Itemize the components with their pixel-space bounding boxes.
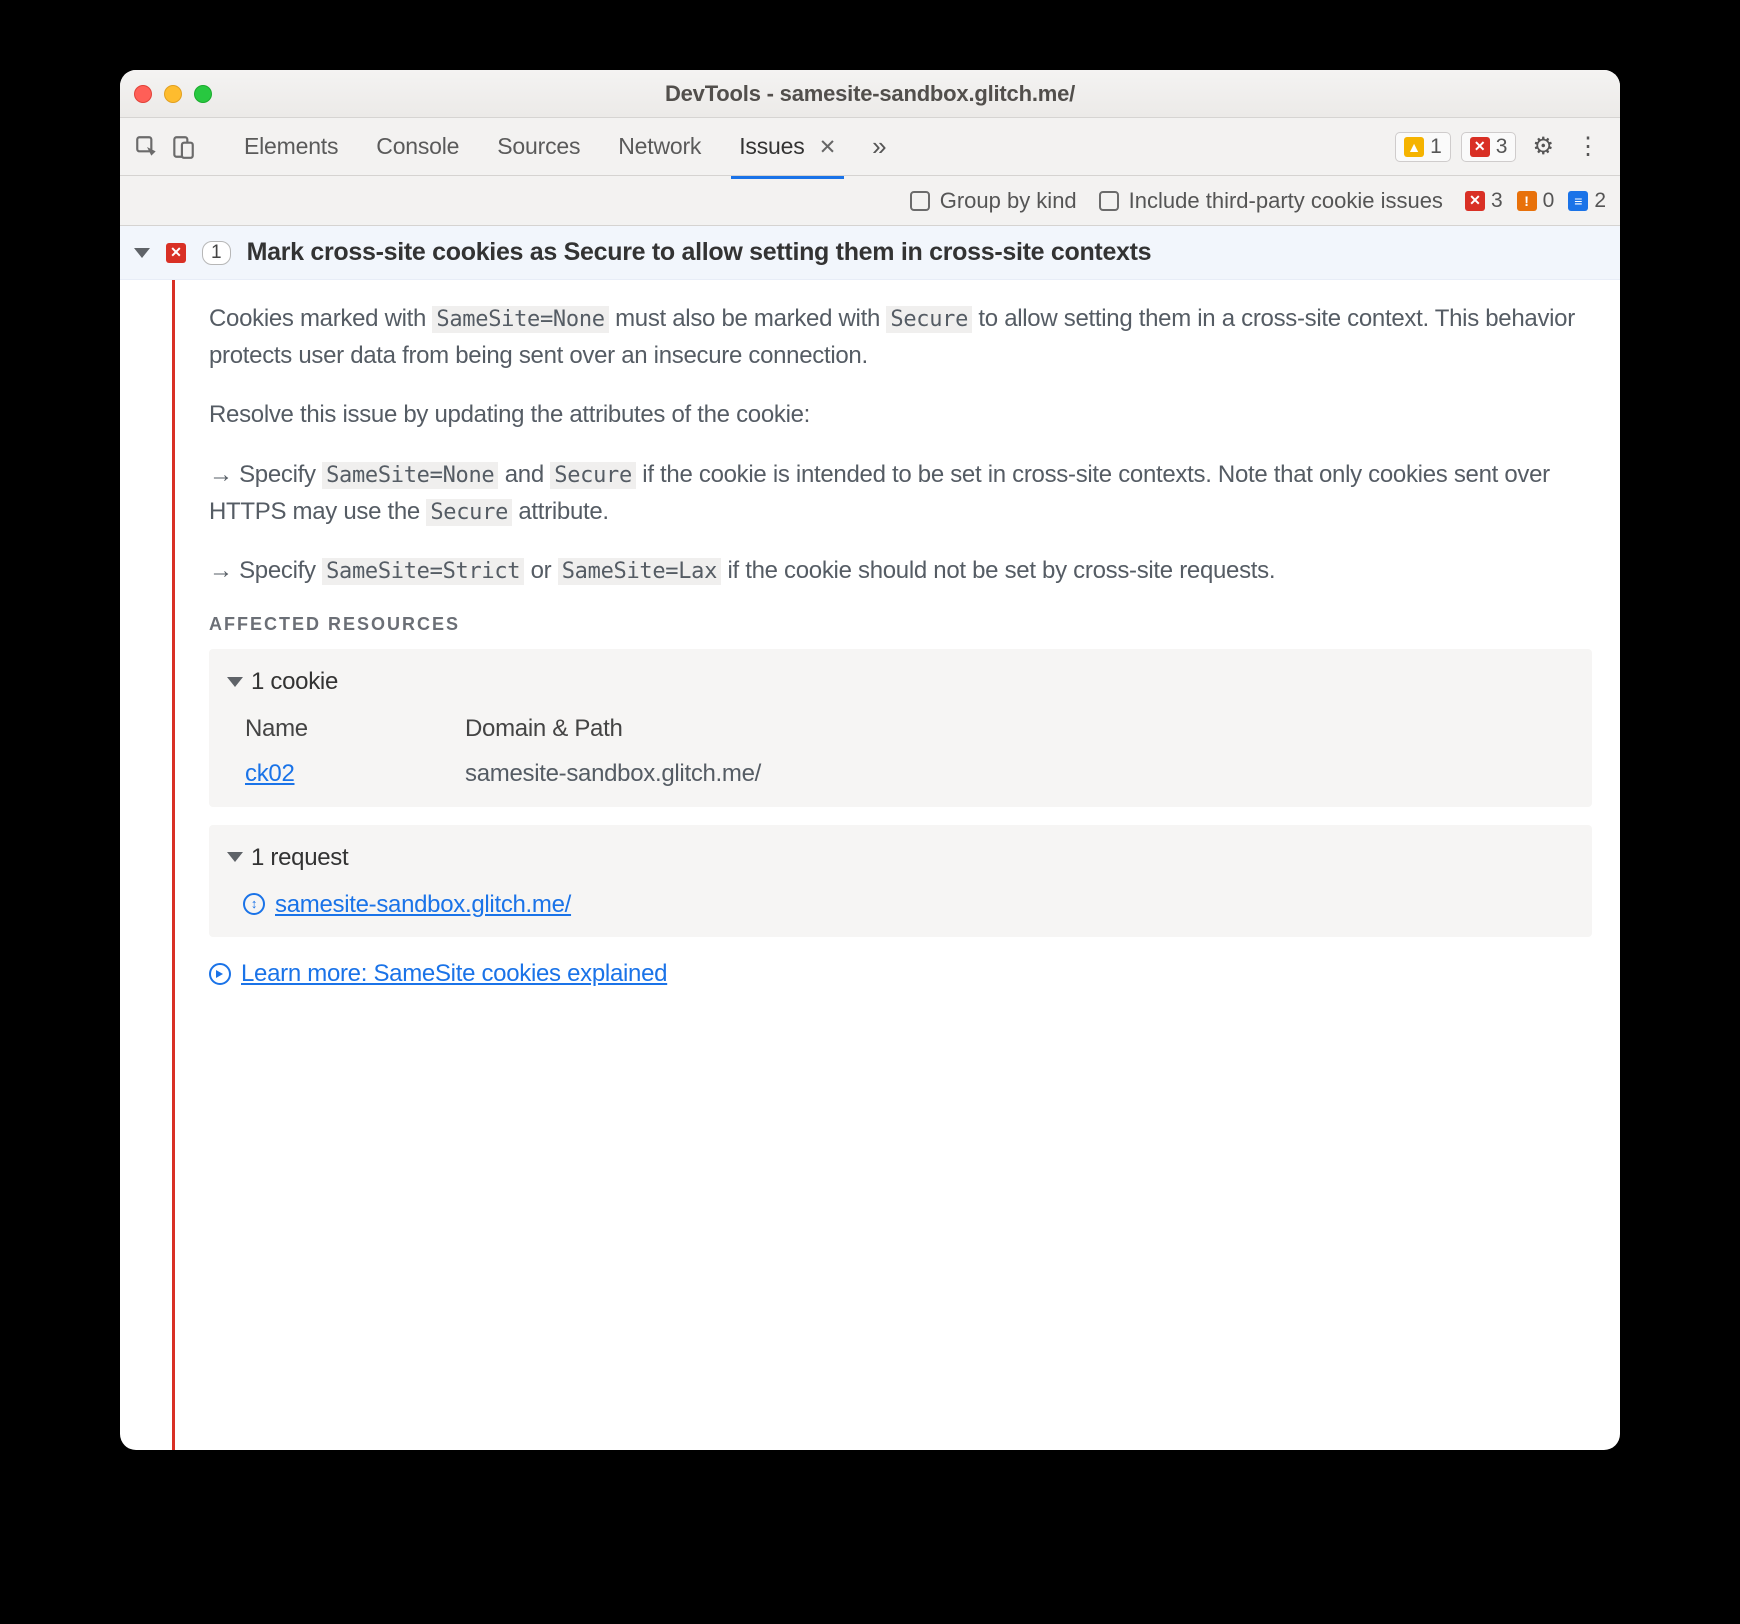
panel-tabs: Elements Console Sources Network Issues … [240, 123, 840, 170]
issue-title: Mark cross-site cookies as Secure to all… [247, 238, 1152, 267]
window-titlebar: DevTools - samesite-sandbox.glitch.me/ [120, 70, 1620, 118]
error-icon: ✕ [1470, 137, 1490, 157]
learn-more-icon [209, 963, 231, 985]
affected-requests-panel: 1 request ↕ samesite-sandbox.glitch.me/ [209, 825, 1592, 937]
code-token: Secure [550, 462, 636, 489]
issues-filter-bar: Group by kind Include third-party cookie… [120, 176, 1620, 226]
code-token: SameSite=None [322, 462, 498, 489]
issue-paragraph: Resolve this issue by updating the attri… [209, 396, 1592, 433]
window-title: DevTools - samesite-sandbox.glitch.me/ [120, 81, 1620, 107]
close-tab-icon[interactable]: ✕ [819, 136, 836, 159]
warning-icon: ▲ [1404, 137, 1424, 157]
inspect-icon[interactable] [134, 134, 160, 160]
more-menu-icon[interactable]: ⋮ [1570, 132, 1606, 161]
warnings-count: 1 [1430, 135, 1442, 159]
devtools-window: DevTools - samesite-sandbox.glitch.me/ E… [120, 70, 1620, 1450]
learn-more-link[interactable]: Learn more: SameSite cookies explained [241, 955, 667, 992]
expand-triangle-icon [227, 677, 243, 687]
cookie-row-name: ck02 [245, 755, 465, 792]
cookie-row-domain: samesite-sandbox.glitch.me/ [465, 755, 1574, 792]
cookie-link[interactable]: ck02 [245, 760, 295, 787]
learn-more-row: Learn more: SameSite cookies explained [209, 955, 1592, 992]
tab-console[interactable]: Console [372, 123, 463, 170]
affected-requests-summary: 1 request [251, 839, 348, 876]
errors-badge[interactable]: ✕ 3 [1461, 132, 1517, 162]
cookies-table: Name Domain & Path ck02 samesite-sandbox… [227, 710, 1574, 792]
counter-errors[interactable]: ✕ 3 [1465, 189, 1503, 213]
more-tabs-icon[interactable]: » [872, 131, 886, 162]
group-by-kind-checkbox[interactable]: Group by kind [910, 188, 1077, 214]
device-toggle-icon[interactable] [170, 134, 196, 160]
settings-icon[interactable]: ⚙ [1526, 132, 1560, 161]
issue-count-pill: 1 [202, 241, 231, 265]
tab-sources[interactable]: Sources [493, 123, 584, 170]
issue-content: Cookies marked with SameSite=None must a… [175, 280, 1620, 1450]
code-token: SameSite=None [432, 306, 608, 333]
issue-bullet: Specify SameSite=Strict or SameSite=Lax … [209, 552, 1592, 589]
affected-resources-heading: Affected Resources [209, 611, 1592, 639]
counter-improvements-value: 0 [1543, 189, 1555, 213]
tab-issues[interactable]: Issues ✕ [735, 123, 840, 170]
tab-elements[interactable]: Elements [240, 123, 342, 170]
code-token: SameSite=Strict [322, 558, 524, 585]
affected-cookies-summary: 1 cookie [251, 663, 338, 700]
error-icon: ✕ [1465, 191, 1485, 211]
counter-improvements[interactable]: ! 0 [1517, 189, 1555, 213]
third-party-label: Include third-party cookie issues [1129, 188, 1443, 214]
improvement-icon: ! [1517, 191, 1537, 211]
tab-issues-label: Issues [739, 133, 804, 159]
request-link[interactable]: samesite-sandbox.glitch.me/ [275, 886, 571, 923]
affected-requests-toggle[interactable]: 1 request [227, 839, 1574, 886]
issue-body: Cookies marked with SameSite=None must a… [120, 280, 1620, 1450]
affected-cookies-toggle[interactable]: 1 cookie [227, 663, 1574, 710]
devtools-toolbar: Elements Console Sources Network Issues … [120, 118, 1620, 176]
error-icon: ✕ [166, 243, 186, 263]
cookies-col-domain: Domain & Path [465, 710, 1574, 747]
issue-bullet: Specify SameSite=None and Secure if the … [209, 456, 1592, 530]
network-icon: ↕ [243, 893, 265, 915]
issue-paragraph: Cookies marked with SameSite=None must a… [209, 300, 1592, 374]
counter-other-value: 2 [1594, 189, 1606, 213]
info-icon: ≡ [1568, 191, 1588, 211]
group-by-kind-label: Group by kind [940, 188, 1077, 214]
expand-triangle-icon[interactable] [134, 248, 150, 258]
affected-cookies-panel: 1 cookie Name Domain & Path ck02 samesit… [209, 649, 1592, 807]
counter-other[interactable]: ≡ 2 [1568, 189, 1606, 213]
checkbox-icon [1099, 191, 1119, 211]
expand-triangle-icon [227, 852, 243, 862]
request-row: ↕ samesite-sandbox.glitch.me/ [227, 886, 1574, 923]
checkbox-icon [910, 191, 930, 211]
code-token: SameSite=Lax [558, 558, 721, 585]
cookies-col-name: Name [245, 710, 465, 747]
tab-network[interactable]: Network [614, 123, 705, 170]
errors-count: 3 [1496, 135, 1508, 159]
warnings-badge[interactable]: ▲ 1 [1395, 132, 1451, 162]
issue-counters: ✕ 3 ! 0 ≡ 2 [1465, 189, 1606, 213]
code-token: Secure [886, 306, 972, 333]
issue-header[interactable]: ✕ 1 Mark cross-site cookies as Secure to… [120, 226, 1620, 280]
counter-errors-value: 3 [1491, 189, 1503, 213]
code-token: Secure [426, 499, 512, 526]
third-party-checkbox[interactable]: Include third-party cookie issues [1099, 188, 1443, 214]
